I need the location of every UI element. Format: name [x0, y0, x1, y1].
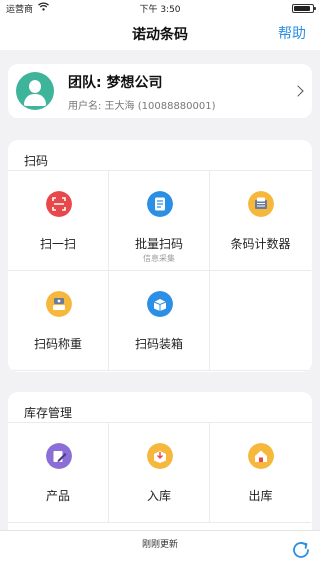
inbound-icon — [147, 443, 173, 469]
inventory-section: 库存管理 产品 入库 出库 — [8, 392, 312, 552]
chevron-right-icon — [292, 85, 304, 97]
help-button[interactable]: 帮助 — [278, 23, 306, 43]
inbound-label: 入库 — [146, 489, 171, 503]
status-bar: 运营商 下午 3:50 — [0, 0, 320, 16]
scan-section: 扫码 扫一扫 批量扫码 信息采集 条码计数器 扫码称重 扫码装箱 — [8, 140, 312, 372]
avatar-body-shape — [24, 94, 46, 106]
scan-icon — [46, 191, 72, 217]
status-time: 下午 3:50 — [139, 5, 181, 15]
empty-cell — [210, 271, 311, 371]
avatar-head-shape — [29, 80, 41, 93]
inventory-grid: 产品 入库 出库 — [8, 422, 312, 523]
batch-scan-label: 批量扫码 — [134, 237, 183, 251]
batch-scan-button[interactable]: 批量扫码 信息采集 — [109, 171, 210, 271]
scan-weigh-button[interactable]: 扫码称重 — [8, 271, 109, 371]
avatar — [16, 72, 54, 110]
scan-packing-label: 扫码装箱 — [134, 337, 183, 351]
scan-grid: 扫一扫 批量扫码 信息采集 条码计数器 扫码称重 扫码装箱 — [8, 170, 312, 371]
scan-once-button[interactable]: 扫一扫 — [8, 171, 109, 271]
product-icon — [46, 443, 72, 469]
outbound-label: 出库 — [248, 489, 273, 503]
username: 用户名: 王大海 (10088880001) — [68, 101, 216, 112]
refresh-status: 刚刚更新 — [141, 540, 178, 550]
product-label: 产品 — [45, 489, 70, 503]
outbound-button[interactable]: 出库 — [210, 423, 311, 523]
batch-scan-icon — [147, 191, 173, 217]
section-title-inventory: 库存管理 — [24, 406, 73, 420]
box-icon — [147, 291, 173, 317]
barcode-counter-label: 条码计数器 — [230, 237, 291, 251]
scan-weigh-label: 扫码称重 — [33, 337, 82, 351]
barcode-counter-icon — [248, 191, 274, 217]
battery-icon — [292, 4, 316, 13]
bottom-bar: 刚刚更新 — [0, 530, 320, 568]
scan-once-label: 扫一扫 — [39, 237, 76, 251]
scale-icon — [46, 291, 72, 317]
team-profile-card[interactable]: 团队: 梦想公司 用户名: 王大海 (10088880001) — [8, 64, 312, 118]
nav-bar: 诺动条码 帮助 — [0, 16, 320, 50]
outbound-icon — [248, 443, 274, 469]
team-name: 团队: 梦想公司 — [68, 75, 163, 91]
inbound-button[interactable]: 入库 — [109, 423, 210, 523]
barcode-counter-button[interactable]: 条码计数器 — [210, 171, 311, 271]
refresh-icon[interactable] — [290, 539, 312, 561]
section-title-scan: 扫码 — [24, 154, 49, 168]
page-title: 诺动条码 — [132, 27, 188, 43]
scan-packing-button[interactable]: 扫码装箱 — [109, 271, 210, 371]
batch-scan-sublabel: 信息采集 — [143, 254, 175, 263]
product-button[interactable]: 产品 — [8, 423, 109, 523]
